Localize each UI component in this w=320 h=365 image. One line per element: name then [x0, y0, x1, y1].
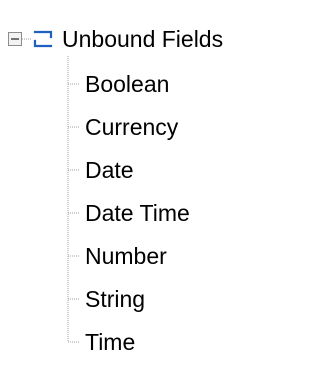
tree-item-label[interactable]: Boolean: [85, 67, 169, 101]
tree-node-label[interactable]: Unbound Fields: [62, 22, 223, 56]
tree-item-label[interactable]: Date: [85, 153, 134, 187]
unbound-fields-tree: Unbound Fields Boolean Currency Date Dat…: [0, 0, 290, 365]
tree-item-label[interactable]: Number: [85, 239, 167, 273]
tree-item-label[interactable]: Time: [85, 325, 135, 359]
bracket-field-icon: [33, 30, 53, 48]
tree-item-label[interactable]: String: [85, 282, 145, 316]
minus-box-icon[interactable]: [8, 32, 22, 46]
tree-item-label[interactable]: Date Time: [85, 196, 190, 230]
tree-item-label[interactable]: Currency: [85, 110, 178, 144]
